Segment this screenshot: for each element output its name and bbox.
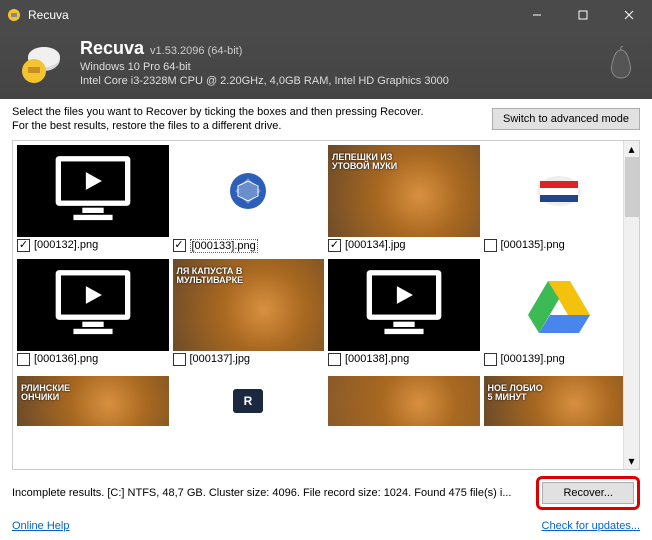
thumbnail[interactable]: R: [173, 376, 325, 426]
maximize-button[interactable]: [560, 0, 606, 30]
app-version: v1.53.2096 (64-bit): [150, 45, 242, 57]
file-name[interactable]: [000137].jpg: [190, 353, 251, 365]
app-icon: [6, 7, 22, 23]
file-item[interactable]: [000136].png: [17, 259, 169, 368]
file-checkbox[interactable]: [328, 239, 341, 252]
file-item[interactable]: [328, 376, 480, 426]
thumbnail[interactable]: [328, 259, 480, 351]
thumbnail[interactable]: [484, 259, 636, 351]
file-checkbox[interactable]: [173, 353, 186, 366]
scroll-down-button[interactable]: ▾: [624, 453, 639, 469]
file-item[interactable]: [000133].png: [173, 145, 325, 255]
file-item[interactable]: НОЕ ЛОБИО5 МИНУТ: [484, 376, 636, 426]
window-title: Recuva: [28, 8, 514, 22]
thumbnail[interactable]: [173, 145, 325, 237]
minimize-button[interactable]: [514, 0, 560, 30]
os-info: Windows 10 Pro 64-bit: [80, 61, 606, 73]
file-checkbox[interactable]: [17, 239, 30, 252]
instructions-line1: Select the files you want to Recover by …: [12, 105, 484, 119]
thumbnail[interactable]: [17, 145, 169, 237]
file-name[interactable]: [000134].jpg: [345, 239, 406, 251]
scrollbar[interactable]: ▴ ▾: [623, 141, 639, 469]
thumbnail[interactable]: РЛИНСКИЕОНЧИКИ: [17, 376, 169, 426]
file-checkbox[interactable]: [173, 239, 186, 252]
recover-highlight: Recover...: [536, 476, 640, 510]
advanced-mode-button[interactable]: Switch to advanced mode: [492, 108, 640, 130]
scroll-thumb[interactable]: [625, 157, 639, 217]
file-item[interactable]: [000139].png: [484, 259, 636, 368]
recover-button[interactable]: Recover...: [542, 482, 634, 504]
titlebar: Recuva: [0, 0, 652, 30]
file-name[interactable]: [000139].png: [501, 353, 565, 365]
header: Recuva v1.53.2096 (64-bit) Windows 10 Pro…: [0, 30, 652, 99]
piriform-logo-icon: [606, 46, 636, 80]
thumbnail[interactable]: НОЕ ЛОБИО5 МИНУТ: [484, 376, 636, 426]
file-item[interactable]: [000138].png: [328, 259, 480, 368]
svg-text:R: R: [244, 394, 253, 408]
file-item[interactable]: [000132].png: [17, 145, 169, 255]
file-name[interactable]: [000133].png: [190, 239, 258, 253]
file-checkbox[interactable]: [328, 353, 341, 366]
scroll-up-button[interactable]: ▴: [624, 141, 639, 157]
status-text: Incomplete results. [C:] NTFS, 48,7 GB. …: [12, 487, 528, 499]
file-name[interactable]: [000138].png: [345, 353, 409, 365]
thumbnail[interactable]: [484, 145, 636, 237]
app-name: Recuva: [80, 38, 144, 58]
file-checkbox[interactable]: [484, 239, 497, 252]
thumbnail[interactable]: [328, 376, 480, 426]
file-item[interactable]: ЛЕПЕШКИ ИЗУТОВОЙ МУКИ [000134].jpg: [328, 145, 480, 255]
thumbnail[interactable]: ЛЯ КАПУСТА ВМУЛЬТИВАРКЕ: [173, 259, 325, 351]
instructions-line2: For the best results, restore the files …: [12, 119, 484, 133]
file-name[interactable]: [000136].png: [34, 353, 98, 365]
file-list: [000132].png [000133].png ЛЕПЕШКИ ИЗУТОВОЙ…: [12, 140, 640, 470]
file-checkbox[interactable]: [484, 353, 497, 366]
thumbnail[interactable]: [17, 259, 169, 351]
file-item[interactable]: РЛИНСКИЕОНЧИКИ: [17, 376, 169, 426]
file-name[interactable]: [000132].png: [34, 239, 98, 251]
file-name[interactable]: [000135].png: [501, 239, 565, 251]
hw-info: Intel Core i3-2328M CPU @ 2.20GHz, 4,0GB…: [80, 75, 606, 87]
file-item[interactable]: ЛЯ КАПУСТА ВМУЛЬТИВАРКЕ [000137].jpg: [173, 259, 325, 368]
thumbnail[interactable]: ЛЕПЕШКИ ИЗУТОВОЙ МУКИ: [328, 145, 480, 237]
close-button[interactable]: [606, 0, 652, 30]
instructions: Select the files you want to Recover by …: [12, 105, 484, 134]
file-item[interactable]: R: [173, 376, 325, 426]
app-logo-icon: [16, 39, 64, 87]
file-item[interactable]: [000135].png: [484, 145, 636, 255]
file-checkbox[interactable]: [17, 353, 30, 366]
